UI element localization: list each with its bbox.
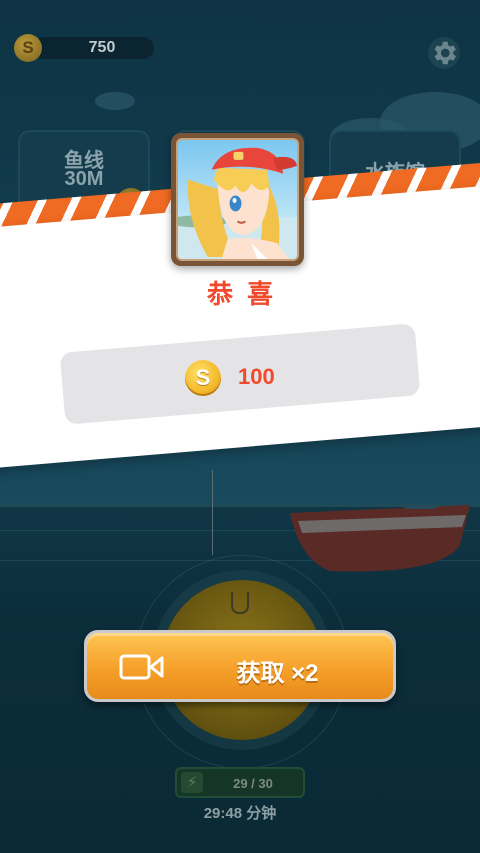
sky <box>0 0 480 505</box>
video-camera-icon <box>119 654 164 680</box>
cloud <box>95 92 135 110</box>
game-background: S 750 鱼线 30M 水族馆 ⚡ 29 / 30 29:48 分钟 <box>0 0 480 853</box>
boat <box>290 505 470 572</box>
coin-counter: S 750 <box>14 34 156 62</box>
claim-double-label: 获取 ×2 <box>236 660 319 687</box>
energy-meter: ⚡ 29 / 30 <box>175 767 305 798</box>
upgrade-card-aquarium[interactable]: 水族馆 <box>329 130 461 230</box>
coin-icon: S <box>14 34 42 62</box>
lightning-icon: ⚡ <box>181 772 203 793</box>
coin-amount: 750 <box>88 39 116 56</box>
fishing-line <box>212 470 213 555</box>
energy-timer: 29:48 分钟 <box>203 805 277 822</box>
card-label: 水族馆 <box>365 162 425 184</box>
settings-button[interactable] <box>428 37 460 69</box>
coin-icon <box>116 188 146 218</box>
claim-double-button[interactable]: 获取 ×2 <box>84 630 396 702</box>
gear-icon <box>434 41 456 65</box>
energy-value: 29 / 30 <box>233 776 273 791</box>
hook-icon <box>231 592 249 614</box>
upgrade-card-middle[interactable] <box>173 130 305 230</box>
upgrade-card-line[interactable]: 鱼线 30M <box>18 130 150 230</box>
